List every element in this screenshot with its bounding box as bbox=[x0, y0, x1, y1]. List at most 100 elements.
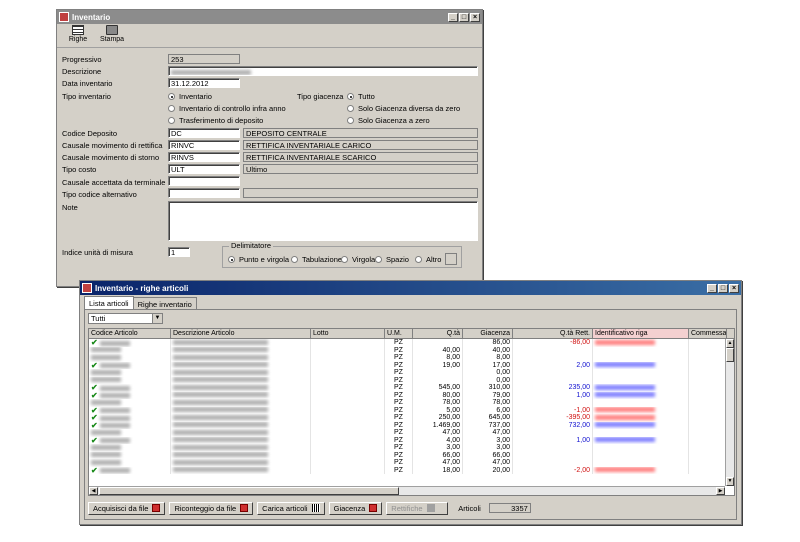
col-descrizione-header[interactable]: Descrizione Articolo bbox=[171, 329, 311, 338]
tipo-costo-label: Tipo costo bbox=[62, 165, 97, 174]
col-identificativo-cell bbox=[593, 436, 689, 444]
col-lotto-cell bbox=[311, 391, 385, 399]
blurred-text bbox=[595, 392, 655, 398]
table-row[interactable]: PZ 47,00 47,00 bbox=[89, 459, 734, 467]
radio-spazio[interactable]: Spazio bbox=[375, 255, 409, 264]
table-row[interactable]: PZ 40,00 40,00 bbox=[89, 346, 734, 354]
descrizione-field[interactable] bbox=[168, 66, 478, 76]
col-descrizione-cell bbox=[171, 391, 311, 399]
col-giacenza-cell: 310,00 bbox=[463, 384, 513, 392]
table-row[interactable]: PZ 0,00 bbox=[89, 376, 734, 384]
table-row[interactable]: PZ 0,00 bbox=[89, 369, 734, 377]
causale-rettifica-field[interactable]: RINVC bbox=[168, 140, 240, 150]
giacenza-button[interactable]: Giacenza bbox=[328, 501, 383, 515]
causale-terminale-field[interactable] bbox=[168, 176, 240, 186]
scroll-up-icon[interactable]: ▲ bbox=[726, 339, 734, 348]
col-qta-cell: 80,00 bbox=[413, 391, 463, 399]
scroll-thumb[interactable] bbox=[99, 487, 399, 495]
data-inventario-field[interactable]: 31.12.2012 bbox=[168, 78, 240, 88]
chevron-down-icon[interactable]: ▼ bbox=[152, 314, 162, 323]
inventario-titlebar[interactable]: Inventario _ □ × bbox=[57, 10, 482, 24]
note-textarea[interactable] bbox=[168, 201, 478, 241]
table-row[interactable]: ✔ PZ 80,00 79,00 1,00 bbox=[89, 391, 734, 399]
table-row[interactable]: ✔ PZ 250,00 645,00 -395,00 bbox=[89, 414, 734, 422]
col-giacenza-cell: 47,00 bbox=[463, 459, 513, 467]
col-codice-header[interactable]: Codice Articolo bbox=[89, 329, 171, 338]
col-um-cell: PZ bbox=[385, 429, 413, 437]
radio-controllo-infra-anno[interactable]: Inventario di controllo infra anno bbox=[168, 104, 286, 113]
radio-inventario[interactable]: Inventario bbox=[168, 92, 212, 101]
col-lotto-header[interactable]: Lotto bbox=[311, 329, 385, 338]
blurred-text bbox=[91, 347, 121, 353]
causale-storno-field[interactable]: RINVS bbox=[168, 152, 240, 162]
table-row[interactable]: ✔ PZ 545,00 310,00 235,00 bbox=[89, 384, 734, 392]
table-row[interactable]: PZ 78,00 78,00 bbox=[89, 399, 734, 407]
minimize-button[interactable]: _ bbox=[707, 283, 717, 293]
blurred-text bbox=[173, 467, 268, 473]
stampa-button[interactable]: Stampa bbox=[95, 25, 129, 46]
table-row[interactable]: ✔ PZ 4,00 3,00 1,00 bbox=[89, 436, 734, 444]
col-qta-header[interactable]: Q.tà bbox=[413, 329, 463, 338]
table-row[interactable]: ✔ PZ 86,00 -86,00 bbox=[89, 339, 734, 347]
col-qta-cell: 4,00 bbox=[413, 436, 463, 444]
scroll-left-icon[interactable]: ◀ bbox=[89, 487, 98, 495]
col-identificativo-cell bbox=[593, 421, 689, 429]
rettifiche-button[interactable]: Rettifiche bbox=[386, 501, 449, 515]
radio-trasferimento[interactable]: Trasferimento di deposito bbox=[168, 116, 263, 125]
scroll-thumb[interactable] bbox=[726, 348, 734, 362]
indice-um-field[interactable]: 1 bbox=[168, 247, 190, 257]
col-um-cell: PZ bbox=[385, 414, 413, 422]
radio-punto-virgola[interactable]: Punto e virgola bbox=[228, 255, 289, 264]
tipo-codice-alt-field[interactable] bbox=[168, 188, 240, 198]
close-button[interactable]: × bbox=[729, 283, 739, 293]
radio-giacenza-zero[interactable]: Solo Giacenza a zero bbox=[347, 116, 430, 125]
radio-tutto[interactable]: Tutto bbox=[347, 92, 375, 101]
scroll-down-icon[interactable]: ▼ bbox=[726, 477, 734, 486]
vertical-scrollbar[interactable]: ▲ ▼ bbox=[725, 339, 734, 486]
codice-deposito-label: Codice Deposito bbox=[62, 129, 118, 138]
col-lotto-cell bbox=[311, 369, 385, 377]
col-qta-rett-header[interactable]: Q.tà Rett. bbox=[513, 329, 593, 338]
articoli-grid[interactable]: Codice Articolo Descrizione Articolo Lotto… bbox=[88, 328, 735, 496]
table-row[interactable]: ✔ PZ 18,00 20,00 -2,00 bbox=[89, 466, 734, 474]
col-giacenza-cell: 645,00 bbox=[463, 414, 513, 422]
col-identificativo-header[interactable]: Identificativo riga bbox=[593, 329, 689, 338]
col-giacenza-cell: 78,00 bbox=[463, 399, 513, 407]
col-um-header[interactable]: U.M. bbox=[385, 329, 413, 338]
minimize-button[interactable]: _ bbox=[448, 12, 458, 22]
table-row[interactable]: PZ 47,00 47,00 bbox=[89, 429, 734, 437]
altro-field[interactable] bbox=[445, 253, 457, 265]
table-row[interactable]: PZ 8,00 8,00 bbox=[89, 354, 734, 362]
col-commessa-header[interactable]: Commessa bbox=[689, 329, 727, 338]
codice-deposito-field[interactable]: DC bbox=[168, 128, 240, 138]
acquisisci-da-file-button[interactable]: Acquisisci da file bbox=[88, 501, 166, 515]
maximize-button[interactable]: □ bbox=[718, 283, 728, 293]
col-codice-cell: ✔ bbox=[89, 361, 171, 369]
col-giacenza-header[interactable]: Giacenza bbox=[463, 329, 513, 338]
blurred-text bbox=[99, 393, 130, 399]
radio-altro[interactable]: Altro bbox=[415, 255, 441, 264]
table-row[interactable]: PZ 3,00 3,00 bbox=[89, 444, 734, 452]
col-codice-cell bbox=[89, 451, 171, 459]
table-row[interactable]: ✔ PZ 1.469,00 737,00 732,00 bbox=[89, 421, 734, 429]
carica-articoli-button[interactable]: Carica articoli bbox=[257, 501, 325, 515]
riconteggio-da-file-button[interactable]: Riconteggio da file bbox=[169, 501, 254, 515]
tipo-costo-field[interactable]: ULT bbox=[168, 164, 240, 174]
radio-tabulazione[interactable]: Tabulazione bbox=[291, 255, 342, 264]
righe-articoli-titlebar[interactable]: Inventario - righe articoli _ □ × bbox=[80, 281, 741, 295]
radio-virgola[interactable]: Virgola bbox=[341, 255, 375, 264]
maximize-button[interactable]: □ bbox=[459, 12, 469, 22]
col-identificativo-cell bbox=[593, 451, 689, 459]
table-row[interactable]: PZ 66,00 66,00 bbox=[89, 451, 734, 459]
righe-button[interactable]: Righe bbox=[61, 25, 95, 46]
radio-giacenza-diversa-zero[interactable]: Solo Giacenza diversa da zero bbox=[347, 104, 460, 113]
horizontal-scrollbar[interactable]: ◀ ▶ bbox=[89, 486, 725, 495]
col-qta-cell: 5,00 bbox=[413, 406, 463, 414]
col-um-cell: PZ bbox=[385, 346, 413, 354]
col-commessa-cell bbox=[689, 376, 727, 384]
scroll-right-icon[interactable]: ▶ bbox=[716, 487, 725, 495]
table-row[interactable]: ✔ PZ 5,00 6,00 -1,00 bbox=[89, 406, 734, 414]
table-row[interactable]: ✔ PZ 19,00 17,00 2,00 bbox=[89, 361, 734, 369]
close-button[interactable]: × bbox=[470, 12, 480, 22]
filter-select[interactable]: Tutti ▼ bbox=[88, 313, 163, 324]
